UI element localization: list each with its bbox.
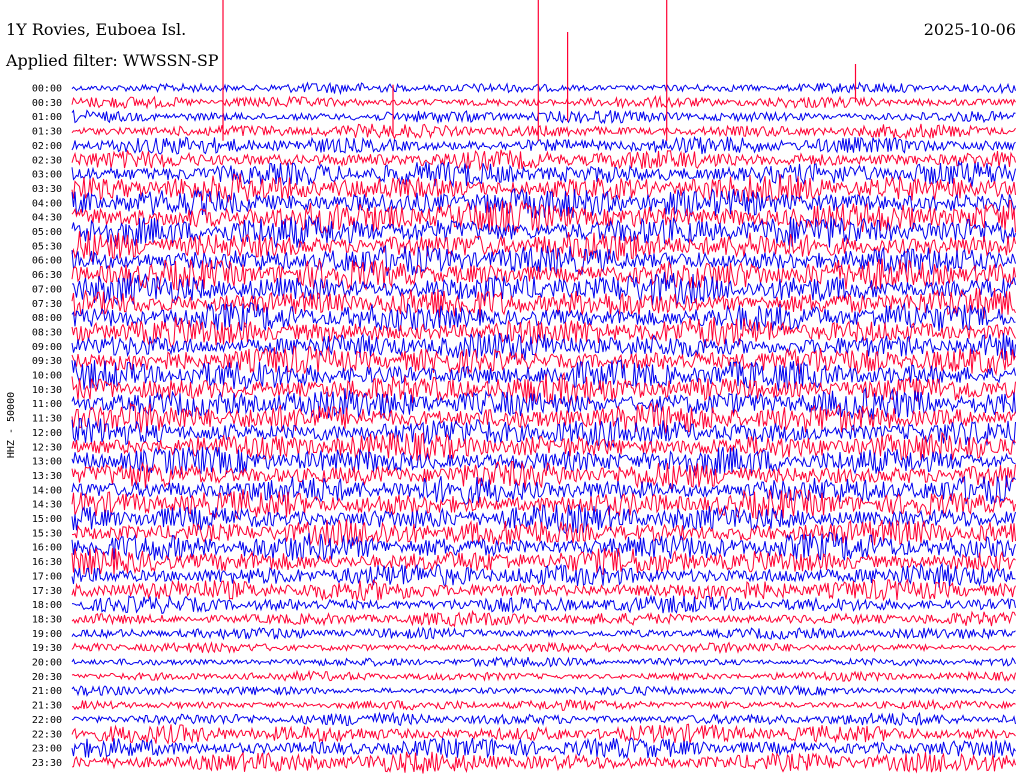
trace-row — [71, 562, 1016, 588]
row-label: 08:00 — [32, 313, 62, 324]
row-label: 02:30 — [32, 155, 62, 166]
row-label: 11:00 — [32, 399, 62, 410]
row-label: 01:00 — [32, 112, 62, 123]
trace-row — [71, 173, 1016, 203]
trace-row — [71, 81, 1016, 96]
trace-row — [71, 723, 1016, 745]
row-label: 03:30 — [32, 184, 62, 195]
row-label: 17:00 — [32, 571, 62, 582]
trace-row — [71, 258, 1016, 291]
row-label: 02:00 — [32, 141, 62, 152]
trace-row — [71, 609, 1016, 628]
row-label: 08:30 — [32, 327, 62, 338]
row-label: 18:00 — [32, 600, 62, 611]
row-label: 19:30 — [32, 643, 62, 654]
row-label: 10:30 — [32, 385, 62, 396]
trace-row — [71, 656, 1016, 669]
trace-row — [71, 698, 1016, 712]
row-label: 04:30 — [32, 213, 62, 224]
row-label: 21:00 — [32, 686, 62, 697]
row-label: 18:30 — [32, 614, 62, 625]
row-label: 13:00 — [32, 457, 62, 468]
row-label: 12:30 — [32, 442, 62, 453]
row-label: 09:00 — [32, 342, 62, 353]
row-label: 16:00 — [32, 543, 62, 554]
row-label: 22:00 — [32, 715, 62, 726]
row-label: 16:30 — [32, 557, 62, 568]
trace-row — [71, 684, 1016, 698]
trace-row — [71, 594, 1016, 615]
row-label: 17:30 — [32, 586, 62, 597]
trace-row — [71, 109, 1016, 125]
row-label: 12:00 — [32, 428, 62, 439]
trace-group — [71, 0, 1016, 774]
row-label: 05:30 — [32, 241, 62, 252]
row-label: 22:30 — [32, 729, 62, 740]
row-label: 14:00 — [32, 485, 62, 496]
row-label: 13:30 — [32, 471, 62, 482]
row-label: 20:30 — [32, 672, 62, 683]
trace-row — [71, 669, 1016, 683]
trace-row — [71, 149, 1016, 172]
row-label: 15:30 — [32, 528, 62, 539]
row-label: 11:30 — [32, 414, 62, 425]
row-label: 07:00 — [32, 284, 62, 295]
row-label: 07:30 — [32, 299, 62, 310]
row-label: 10:00 — [32, 371, 62, 382]
row-label: 14:30 — [32, 500, 62, 511]
row-label: 03:00 — [32, 170, 62, 181]
row-label: 05:00 — [32, 227, 62, 238]
row-label: 00:00 — [32, 84, 62, 95]
helicorder-plot: 00:00 00:30 01:00 01:30 02:00 02:30 03:00 03:30… — [6, 0, 1016, 774]
row-label: 20:00 — [32, 658, 62, 669]
trace-row — [71, 94, 1016, 110]
trace-row — [71, 711, 1016, 727]
trace-row — [71, 640, 1016, 655]
trace-row — [71, 159, 1016, 188]
row-label: 21:30 — [32, 701, 62, 712]
trace-row — [71, 123, 1016, 141]
trace-row — [71, 135, 1016, 155]
trace-row — [71, 626, 1016, 641]
row-label: 01:30 — [32, 127, 62, 138]
row-label: 04:00 — [32, 198, 62, 209]
row-label: 23:30 — [32, 758, 62, 769]
row-label: 15:00 — [32, 514, 62, 525]
trace-row — [71, 332, 1016, 361]
y-axis-label: HHZ - 50000 — [6, 392, 17, 458]
row-label-group: 00:00 00:30 01:00 01:30 02:00 02:30 03:00 03:30… — [32, 84, 62, 769]
row-label: 09:30 — [32, 356, 62, 367]
row-label: 00:30 — [32, 98, 62, 109]
trace-row — [71, 751, 1016, 774]
row-label: 23:00 — [32, 744, 62, 755]
row-label: 06:00 — [32, 256, 62, 267]
row-label: 19:00 — [32, 629, 62, 640]
row-label: 06:30 — [32, 270, 62, 281]
